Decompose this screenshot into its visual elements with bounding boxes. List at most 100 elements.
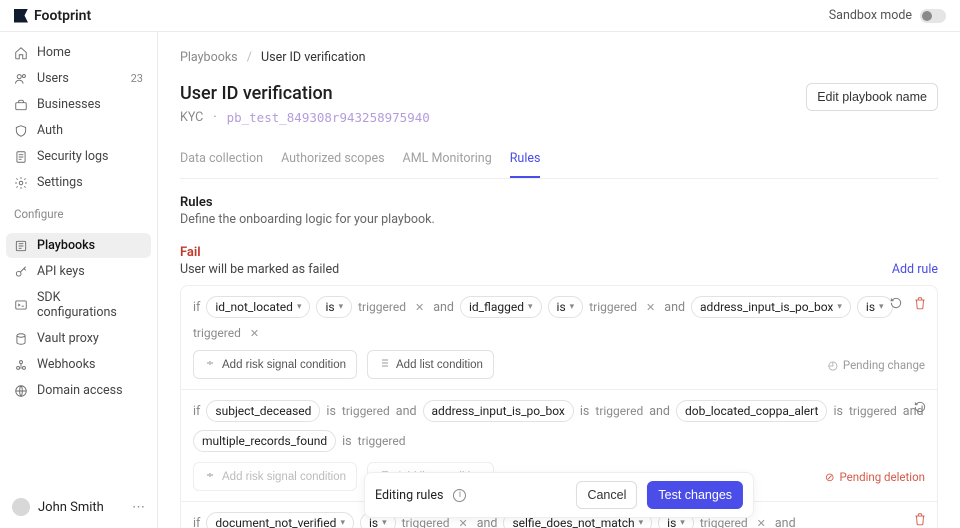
cancel-button[interactable]: Cancel — [576, 481, 637, 509]
remove-condition-button[interactable]: ✕ — [412, 301, 427, 314]
sidebar-item-playbooks[interactable]: Playbooks — [6, 233, 151, 258]
triggered-label: triggered — [358, 300, 406, 314]
condition-signal-select[interactable]: id_flagged▾ — [460, 296, 542, 318]
document-check-icon — [14, 150, 28, 164]
chevron-down-icon: ▾ — [837, 302, 842, 312]
editing-rules-bar: Editing rules i Cancel Test changes — [364, 472, 754, 518]
sidebar-item-home[interactable]: Home — [6, 40, 151, 65]
info-icon[interactable]: i — [453, 489, 466, 502]
condition-op-select[interactable]: is▾ — [548, 296, 584, 318]
fail-outcome-sub: User will be marked as failed — [180, 262, 339, 277]
sidebar-item-label: Domain access — [37, 383, 123, 398]
and-keyword: and — [433, 300, 454, 315]
sidebar-item-settings[interactable]: Settings — [6, 170, 151, 195]
condition-signal-select[interactable]: address_input_is_po_box▾ — [691, 296, 851, 318]
tab-rules[interactable]: Rules — [510, 143, 541, 178]
sidebar-item-sdk[interactable]: SDK configurations — [6, 285, 151, 325]
key-icon — [14, 265, 28, 279]
signal-icon — [204, 469, 216, 484]
and-keyword: and — [775, 516, 796, 528]
add-rule-button[interactable]: Add rule — [892, 262, 938, 277]
add-risk-signal-button: Add risk signal condition — [193, 462, 357, 491]
revert-icon[interactable] — [913, 400, 927, 418]
sandbox-mode: Sandbox mode — [829, 8, 946, 23]
condition-signal-select[interactable]: document_not_verified▾ — [206, 512, 354, 528]
breadcrumb-root[interactable]: Playbooks — [180, 50, 238, 65]
if-keyword: if — [193, 516, 200, 528]
tab-authorized-scopes[interactable]: Authorized scopes — [281, 143, 384, 178]
alert-icon: ⊘ — [825, 470, 835, 484]
sidebar-item-label: SDK configurations — [37, 290, 143, 320]
avatar — [12, 498, 30, 516]
sandbox-toggle[interactable] — [920, 9, 946, 23]
sidebar-item-security-logs[interactable]: Security logs — [6, 144, 151, 169]
brand-text: Footprint — [34, 8, 91, 24]
brand: Footprint — [14, 8, 91, 24]
clock-icon: ◴ — [828, 358, 838, 372]
chevron-down-icon: ▾ — [382, 518, 387, 528]
tab-data-collection[interactable]: Data collection — [180, 143, 263, 178]
sidebar-item-businesses[interactable]: Businesses — [6, 92, 151, 117]
sidebar-item-users[interactable]: Users 23 — [6, 66, 151, 91]
condition-signal: address_input_is_po_box — [423, 400, 574, 422]
delete-icon[interactable] — [913, 296, 927, 314]
tab-aml-monitoring[interactable]: AML Monitoring — [403, 143, 492, 178]
chevron-down-icon: ▾ — [570, 302, 575, 312]
sidebar-item-label: API keys — [37, 264, 85, 279]
remove-condition-button[interactable]: ✕ — [643, 301, 658, 314]
sidebar-item-label: Settings — [37, 175, 83, 190]
chevron-down-icon: ▾ — [879, 302, 884, 312]
add-risk-signal-button[interactable]: Add risk signal condition — [193, 350, 357, 379]
and-keyword: and — [664, 300, 685, 315]
sidebar-item-auth[interactable]: Auth — [6, 118, 151, 143]
sidebar-item-label: Vault proxy — [37, 331, 99, 346]
sidebar-item-api-keys[interactable]: API keys — [6, 259, 151, 284]
triggered-label: triggered — [358, 434, 406, 448]
sidebar-item-label: Auth — [37, 123, 63, 138]
globe-icon — [14, 384, 28, 398]
signal-icon — [204, 357, 216, 372]
remove-condition-button[interactable]: ✕ — [455, 517, 470, 528]
remove-condition-button[interactable]: ✕ — [247, 327, 262, 340]
user-name: John Smith — [38, 500, 104, 515]
rules-subheading: Define the onboarding logic for your pla… — [180, 212, 938, 227]
chevron-down-icon: ▾ — [339, 302, 344, 312]
rule-card: if id_not_located▾ is▾ triggered ✕ and i… — [181, 286, 937, 390]
editing-rules-label: Editing rules — [375, 488, 443, 503]
breadcrumb-leaf: User ID verification — [261, 50, 366, 65]
breadcrumb: Playbooks / User ID verification — [180, 50, 938, 65]
revert-icon[interactable] — [889, 296, 903, 314]
rules-heading: Rules — [180, 195, 938, 210]
user-menu-button[interactable]: ⋯ — [132, 500, 145, 515]
home-icon — [14, 46, 28, 60]
pending-change-badge: ◴ Pending change — [828, 358, 925, 372]
remove-condition-button[interactable]: ✕ — [754, 517, 769, 528]
brand-logo-icon — [14, 9, 28, 23]
playbook-kind: KYC — [180, 110, 203, 125]
fail-outcome-label: Fail — [180, 245, 339, 260]
chevron-down-icon: ▾ — [680, 518, 685, 528]
if-keyword: if — [193, 300, 200, 315]
chevron-down-icon: ▾ — [340, 518, 345, 528]
chevron-down-icon: ▾ — [297, 302, 302, 312]
sidebar-item-label: Playbooks — [37, 238, 95, 253]
sidebar-item-domain[interactable]: Domain access — [6, 378, 151, 403]
condition-signal: subject_deceased — [206, 400, 320, 422]
condition-op-select[interactable]: is▾ — [316, 296, 352, 318]
playbook-icon — [14, 239, 28, 253]
condition-op-select[interactable]: is▾ — [857, 296, 893, 318]
triggered-label: triggered — [193, 326, 241, 340]
sidebar-item-webhooks[interactable]: Webhooks — [6, 352, 151, 377]
add-list-condition-button[interactable]: Add list condition — [367, 350, 494, 379]
and-keyword: and — [396, 404, 417, 419]
test-changes-button[interactable]: Test changes — [647, 481, 743, 509]
edit-playbook-name-button[interactable]: Edit playbook name — [806, 83, 938, 111]
shield-icon — [14, 124, 28, 138]
delete-icon[interactable] — [913, 512, 927, 528]
condition-signal-select[interactable]: id_not_located▾ — [206, 296, 310, 318]
webhook-icon — [14, 358, 28, 372]
database-icon — [14, 332, 28, 346]
condition-signal: multiple_records_found — [193, 430, 336, 452]
sandbox-label: Sandbox mode — [829, 8, 912, 23]
sidebar-item-vault-proxy[interactable]: Vault proxy — [6, 326, 151, 351]
